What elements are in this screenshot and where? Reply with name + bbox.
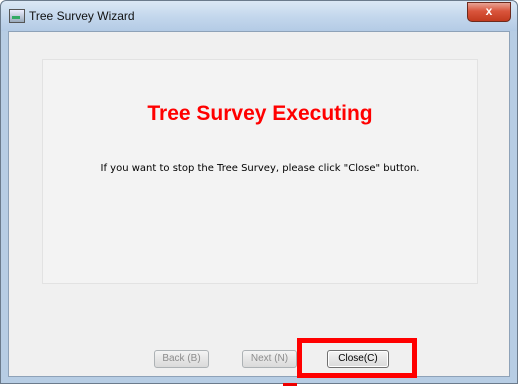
next-button[interactable]: Next (N) [242,350,297,368]
close-button-highlight [297,338,417,378]
close-icon: x [485,4,493,18]
instruction-text: If you want to stop the Tree Survey, ple… [100,163,420,174]
status-headline: Tree Survey Executing [147,102,373,125]
content-panel: Tree Survey Executing If you want to sto… [42,59,478,284]
wizard-client-area: Tree Survey Executing If you want to sto… [8,31,510,377]
window-close-button[interactable]: x [467,2,511,22]
red-mark [283,383,297,386]
wizard-window: Tree Survey Wizard x Tree Survey Executi… [0,0,518,384]
app-icon [9,9,25,23]
back-button[interactable]: Back (B) [154,350,209,368]
window-title: Tree Survey Wizard [29,9,135,23]
title-bar[interactable]: Tree Survey Wizard x [1,1,517,31]
